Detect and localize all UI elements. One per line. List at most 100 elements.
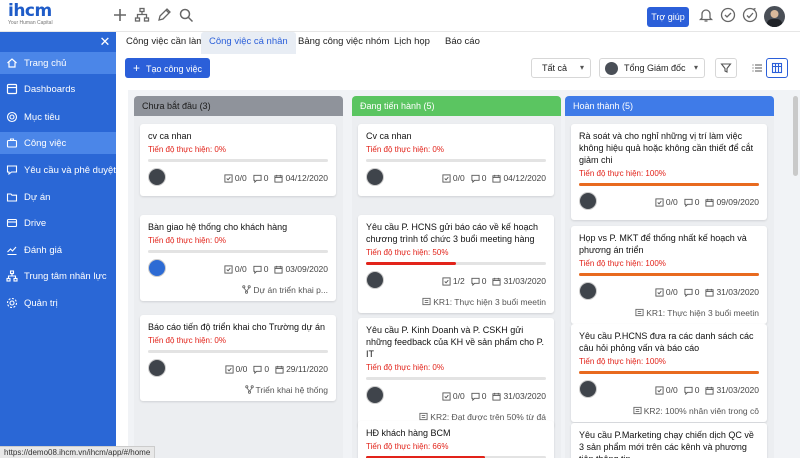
logo[interactable]: ihcm Your Human Capital [8,1,53,27]
due-date: 31/03/2020 [492,391,546,401]
linked-project[interactable]: Triển khai hệ thống [148,385,328,395]
sidebar-item-tasks[interactable]: Công việc [0,132,116,154]
sidebar-item-projects[interactable]: Dự án [0,186,116,208]
progress-bar [148,250,328,253]
linked-key-result[interactable]: KR2: 100% nhân viên trong cô [579,406,759,416]
avatar[interactable] [366,386,384,404]
checklist-icon [224,364,234,374]
task-title: Yêu cầu P. HCNS gửi báo cáo về kế hoạch … [366,222,538,244]
avatar[interactable] [579,192,597,210]
person-select-value: Tổng Giám đốc [624,63,686,73]
tab-reports[interactable]: Báo cáo [437,32,488,54]
board-view-button[interactable] [766,58,788,78]
search-icon[interactable] [178,7,194,23]
close-icon[interactable]: ✕ [99,35,111,48]
linked-project[interactable]: Dự án triển khai p... [148,285,328,295]
chevron-down-icon: ▾ [579,63,584,72]
checklist-count: 0/0 [655,287,678,297]
task-meta: 0/0 0 31/03/2020 [366,386,546,408]
task-title: Báo cáo tiến độ triển khai cho Trường dự… [148,322,326,332]
approval-icon[interactable] [742,7,758,23]
avatar[interactable] [148,359,166,377]
linked-key-result[interactable]: KR1: Thực hiện 3 buổi meetin [579,308,759,318]
avatar[interactable] [579,380,597,398]
tab-team-board[interactable]: Bảng công việc nhóm [290,32,397,54]
sidebar-item-requests[interactable]: Yêu cầu và phê duyệt [0,159,116,181]
comment-count: 0 [253,264,268,274]
calendar-icon [705,198,715,207]
tab-meetings[interactable]: Lịch họp [386,32,438,54]
org-chart-icon[interactable] [134,7,150,23]
plus-icon: + [133,61,141,75]
tab-todo[interactable]: Công việc cần làm [118,32,212,54]
folder-icon [6,191,18,203]
key-result-icon [422,297,431,306]
linked-key-result[interactable]: KR1: Thực hiện 3 buổi meetin [366,297,546,307]
chevron-down-icon: ▾ [693,63,698,72]
task-meta: 0/0 0 04/12/2020 [366,168,546,190]
sidebar-item-label: Trung tâm nhân lực [24,270,107,282]
comment-count: 0 [471,276,486,286]
task-progress: Tiến độ thực hiện: 66% [366,442,449,451]
create-task-button[interactable]: + Tạo công việc [125,58,210,78]
avatar[interactable] [148,168,166,186]
task-meta: 0/0 0 04/12/2020 [148,168,328,190]
logo-text: ihcm [8,1,52,21]
avatar[interactable] [579,282,597,300]
comment-count: 0 [684,385,699,395]
tab-personal[interactable]: Công việc cá nhân [201,32,296,54]
sidebar-item-evaluation[interactable]: Đánh giá [0,239,116,261]
check-circle-icon[interactable] [720,7,736,23]
list-view-button[interactable] [746,58,768,78]
calendar-icon [705,288,715,297]
task-card[interactable]: Báo cáo tiến độ triển khai cho Trường dự… [140,315,336,401]
task-card[interactable]: Yêu cầu P. HCNS gửi báo cáo về kế hoạch … [358,215,554,313]
help-button[interactable]: Trợ giúp [647,7,689,27]
task-meta: 0/0 0 31/03/2020 [579,380,759,402]
task-card[interactable]: Yêu cầu P.Marketing chạy chiến dịch QC v… [571,423,767,458]
comment-icon [253,265,262,274]
avatar[interactable] [366,271,384,289]
sidebar-item-label: Trang chủ [24,57,67,69]
status-url: https://demo08.ihcm.vn/ihcm/app/#/home [0,446,156,458]
sidebar-item-home[interactable]: Trang chủ [0,52,116,74]
column-not-started: Chưa bắt đầu (3) cv ca nhan Tiến độ thực… [134,96,343,458]
bell-icon[interactable] [698,7,714,23]
sidebar-item-drive[interactable]: Drive [0,212,116,234]
checklist-count: 0/0 [224,264,247,274]
sidebar-item-admin[interactable]: Quản trị [0,292,116,314]
person-select[interactable]: Tổng Giám đốc ▾ [599,58,705,78]
dashboard-icon [6,83,18,95]
task-card[interactable]: HĐ khách hàng BCM Tiến độ thực hiện: 66% [358,421,554,458]
checklist-icon [442,173,451,183]
pencil-icon[interactable] [156,7,172,23]
task-card[interactable]: cv ca nhan Tiến độ thực hiện: 0% 0/0 0 0… [140,124,336,196]
sidebar-item-hr-center[interactable]: Trung tâm nhân lực [0,265,116,287]
avatar[interactable] [366,168,384,186]
task-card[interactable]: Họp vs P. MKT để thống nhất kế hoạch và … [571,226,767,324]
task-card[interactable]: Bàn giao hệ thống cho khách hàng Tiến độ… [140,215,336,301]
task-title: Rà soát và cho nghỉ những vị trí làm việ… [579,131,754,165]
task-card[interactable]: Rà soát và cho nghỉ những vị trí làm việ… [571,124,767,220]
filter-button[interactable] [715,58,737,78]
tab-bar: Công việc cần làm Công việc cá nhân Bảng… [116,32,800,54]
briefcase-icon [6,137,18,149]
drive-icon [6,217,18,229]
user-avatar[interactable] [764,6,785,27]
avatar[interactable] [148,259,166,277]
sidebar-item-goals[interactable]: Mục tiêu [0,106,116,128]
progress-bar [148,159,328,162]
progress-bar [148,350,328,353]
sidebar-item-dashboards[interactable]: Dashboards [0,78,116,100]
status-filter-select[interactable]: Tất cả ▾ [531,58,591,78]
progress-fill [579,371,759,374]
task-title: HĐ khách hàng BCM [366,428,451,438]
plus-icon[interactable] [112,7,128,23]
comment-icon [684,198,693,207]
task-card[interactable]: Yêu cầu P.HCNS đưa ra các danh sách các … [571,324,767,422]
column-header: Chưa bắt đầu (3) [134,96,343,116]
task-card[interactable]: Cv ca nhan Tiến độ thực hiện: 0% 0/0 0 0… [358,124,554,196]
task-meta: 1/2 0 31/03/2020 [366,271,546,293]
scrollbar[interactable] [793,96,798,176]
task-card[interactable]: Yêu cầu P. Kinh Doanh và P. CSKH gửi nhữ… [358,318,554,428]
